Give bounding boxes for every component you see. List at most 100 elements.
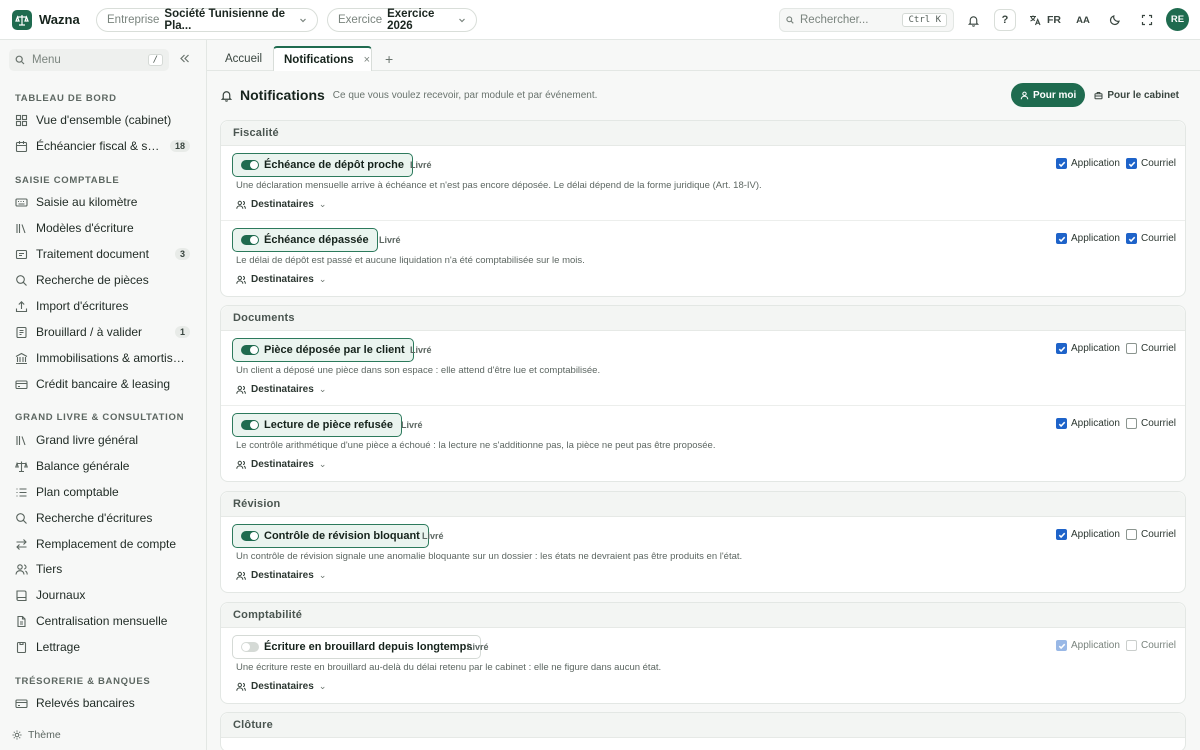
recipients-toggle[interactable]: Destinataires ⌄ — [236, 274, 326, 285]
users-icon — [236, 460, 246, 469]
channel-app-checkbox[interactable]: Application — [1056, 233, 1120, 244]
rule-toggle[interactable]: Pièce déposée par le client — [232, 338, 414, 362]
channel-mail-checkbox[interactable]: Courriel — [1126, 418, 1176, 429]
fullscreen-button[interactable] — [1136, 9, 1158, 31]
checkbox-checked[interactable] — [1056, 343, 1067, 354]
checkbox-unchecked[interactable] — [1126, 418, 1137, 429]
rule-title: Échéance dépassée — [264, 234, 369, 246]
delivery-status: Livré — [379, 235, 401, 245]
count-badge: 3 — [174, 248, 190, 260]
app-logo[interactable] — [12, 9, 32, 30]
toggle-switch[interactable] — [241, 235, 259, 245]
rule-title: Écriture en brouillard depuis longtemps — [264, 641, 473, 653]
checkbox-unchecked[interactable] — [1126, 343, 1137, 354]
close-tab-icon[interactable]: × — [364, 54, 370, 66]
sidebar-item-general-ledger[interactable]: Grand livre général — [10, 429, 190, 451]
font-size-button[interactable]: AA — [1072, 9, 1094, 31]
sidebar-item-entry-templates[interactable]: Modèles d'écriture — [10, 217, 190, 239]
checkbox-checked[interactable] — [1056, 529, 1067, 540]
collapse-sidebar-button[interactable] — [179, 53, 190, 64]
channel-label: Application — [1071, 640, 1120, 651]
toggle-switch[interactable] — [241, 160, 259, 170]
recipients-toggle[interactable]: Destinataires ⌄ — [236, 570, 326, 581]
sidebar-item-trial-balance[interactable]: Balance générale — [10, 455, 190, 477]
list-icon — [16, 487, 27, 497]
user-avatar[interactable]: RE — [1166, 8, 1189, 31]
notification-rule: Échéance dépassée Livré Application Cour… — [221, 221, 1185, 296]
channel-mail-checkbox[interactable]: Courriel — [1126, 233, 1176, 244]
checkbox-checked[interactable] — [1056, 640, 1067, 651]
scope-for-firm-button[interactable]: Pour le cabinet — [1085, 83, 1188, 107]
sidebar-item-bank-loans[interactable]: Crédit bancaire & leasing — [10, 373, 190, 395]
toggle-switch[interactable] — [241, 345, 259, 355]
menu-search-input[interactable]: Menu / — [9, 49, 169, 71]
sidebar-item-reconciliation[interactable]: Lettrage — [10, 636, 190, 658]
theme-label: Thème — [28, 729, 61, 741]
toggle-switch[interactable] — [241, 420, 259, 430]
users-icon — [236, 385, 246, 394]
tab-home[interactable]: Accueil — [215, 46, 272, 71]
sidebar-item-chart-of-accounts[interactable]: Plan comptable — [10, 481, 190, 503]
briefcase-icon — [1094, 91, 1103, 99]
toggle-switch[interactable] — [241, 531, 259, 541]
channel-mail-checkbox[interactable]: Courriel — [1126, 529, 1176, 540]
sidebar-item-journals[interactable]: Journaux — [10, 584, 190, 606]
sidebar-item-bank-statements[interactable]: Relevés bancaires — [10, 692, 190, 714]
bell-icon — [220, 90, 233, 102]
channel-app-checkbox[interactable]: Application — [1056, 158, 1120, 169]
sidebar-item-label: Brouillard / à valider — [36, 325, 143, 339]
checkbox-checked[interactable] — [1056, 158, 1067, 169]
sidebar-item-monthly-centralization[interactable]: Centralisation mensuelle — [10, 610, 190, 632]
checkbox-checked[interactable] — [1126, 158, 1137, 169]
fiscal-year-select[interactable]: Exercice Exercice 2026 — [327, 8, 477, 32]
sidebar-section-title: SAISIE COMPTABLE — [15, 175, 120, 186]
rule-toggle[interactable]: Échéance de dépôt proche — [232, 153, 413, 177]
sidebar-item-fiscal-calendar[interactable]: Échéancier fiscal & soc... 18 — [10, 135, 190, 157]
checkbox-unchecked[interactable] — [1126, 529, 1137, 540]
sidebar-item-third-parties[interactable]: Tiers — [10, 558, 190, 580]
sidebar-item-fixed-assets[interactable]: Immobilisations & amortisse... — [10, 347, 190, 369]
rule-toggle[interactable]: Lecture de pièce refusée — [232, 413, 403, 437]
sidebar-item-quick-entry[interactable]: Saisie au kilomètre — [10, 191, 190, 213]
sidebar-item-entry-search[interactable]: Recherche d'écritures — [10, 507, 190, 529]
sidebar-item-account-replacement[interactable]: Remplacement de compte — [10, 533, 190, 555]
sidebar-item-document-search[interactable]: Recherche de pièces — [10, 269, 190, 291]
rule-toggle[interactable]: Contrôle de révision bloquant — [232, 524, 429, 548]
help-button[interactable]: ? — [994, 9, 1016, 31]
toggle-switch[interactable] — [241, 642, 259, 652]
checkbox-checked[interactable] — [1126, 233, 1137, 244]
scope-for-me-button[interactable]: Pour moi — [1010, 83, 1086, 107]
channel-mail-checkbox[interactable]: Courriel — [1126, 158, 1176, 169]
channel-app-checkbox[interactable]: Application — [1056, 343, 1120, 354]
sidebar-item-entry-import[interactable]: Import d'écritures — [10, 295, 190, 317]
sidebar-item-draft-validation[interactable]: Brouillard / à valider 1 — [10, 321, 190, 343]
channel-mail-checkbox[interactable]: Courriel — [1126, 343, 1176, 354]
translate-icon — [1030, 15, 1041, 26]
channel-app-checkbox[interactable]: Application — [1056, 418, 1120, 429]
new-tab-button[interactable]: + — [375, 46, 403, 71]
tab-notifications[interactable]: Notifications × — [273, 46, 372, 71]
recipients-toggle[interactable]: Destinataires ⌄ — [236, 384, 326, 395]
channel-label: Courriel — [1141, 529, 1177, 540]
notifications-button[interactable] — [962, 9, 984, 31]
sidebar-item-document-processing[interactable]: Traitement document 3 — [10, 243, 190, 265]
company-select[interactable]: Entreprise Société Tunisienne de Pla... — [96, 8, 318, 32]
rule-toggle[interactable]: Échéance dépassée — [232, 228, 378, 252]
channel-app-checkbox[interactable]: Application — [1056, 529, 1120, 540]
checkbox-checked[interactable] — [1056, 233, 1067, 244]
rule-toggle[interactable]: Écriture en brouillard depuis longtemps — [232, 635, 482, 659]
dark-mode-button[interactable] — [1104, 9, 1126, 31]
checkbox-checked[interactable] — [1056, 418, 1067, 429]
global-search-input[interactable]: Rechercher... Ctrl K — [779, 8, 954, 32]
recipients-toggle[interactable]: Destinataires ⌄ — [236, 681, 326, 692]
recipients-label: Destinataires — [251, 199, 314, 210]
theme-button[interactable]: Thème — [12, 729, 61, 741]
recipients-toggle[interactable]: Destinataires ⌄ — [236, 459, 326, 470]
channel-app-checkbox[interactable]: Application — [1056, 640, 1120, 651]
channel-mail-checkbox[interactable]: Courriel — [1126, 640, 1176, 651]
language-button[interactable]: FR — [1029, 9, 1061, 31]
sidebar-item-overview[interactable]: Vue d'ensemble (cabinet) — [10, 109, 190, 131]
chevron-down-icon — [458, 16, 466, 24]
checkbox-unchecked[interactable] — [1126, 640, 1137, 651]
recipients-toggle[interactable]: Destinataires ⌄ — [236, 199, 326, 210]
